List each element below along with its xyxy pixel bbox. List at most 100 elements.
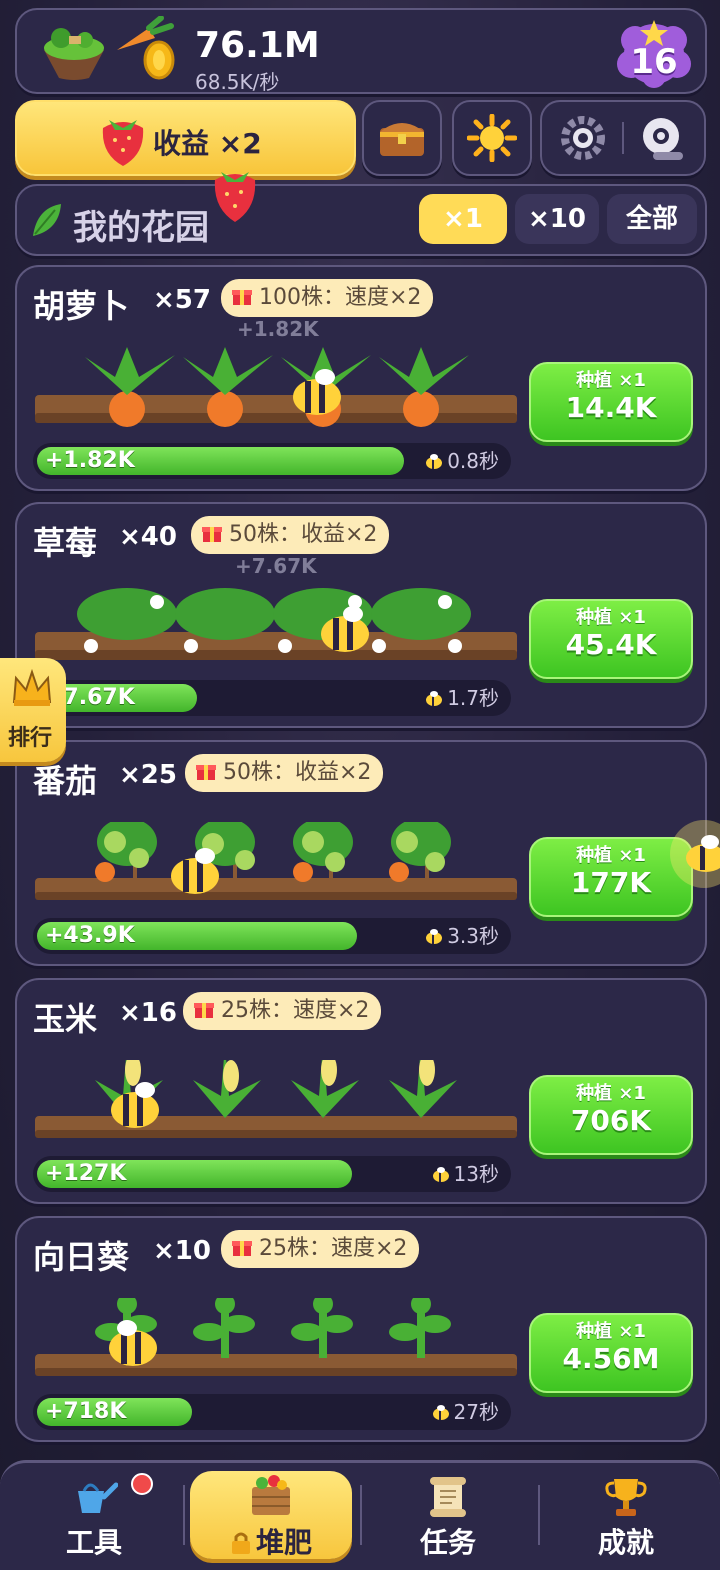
strawberry-decoration-icon: [214, 172, 256, 222]
bee-icon: [426, 691, 443, 706]
compost-crate-icon: [252, 1475, 290, 1515]
crop-count: ×25: [119, 760, 177, 790]
level-badge[interactable]: 16: [615, 16, 693, 88]
camera-toggle-icon: [643, 118, 683, 160]
money-rate: 68.5K/秒: [195, 70, 280, 94]
bottom-navigation: 工具 堆肥 任务 成就: [0, 1460, 720, 1570]
crop-count: ×40: [119, 522, 177, 552]
money-total: 76.1M: [195, 25, 320, 66]
plant-button[interactable]: 种植 ×1 706K: [529, 1075, 693, 1155]
plant-cost: 14.4K: [565, 391, 657, 424]
crop-name: 番茄: [33, 762, 98, 800]
production-progress-bar: +1.82K 0.8秒: [33, 443, 511, 479]
bee-icon: [426, 454, 443, 469]
floating-income: +1.82K: [237, 317, 319, 341]
nav-compost[interactable]: 堆肥: [190, 1471, 352, 1559]
milestone-text: 25株：速度×2: [221, 998, 370, 1023]
plant-button[interactable]: 种植 ×1 4.56M: [529, 1313, 693, 1393]
settings-toggle-group: [540, 100, 706, 176]
plant-cost: 4.56M: [562, 1342, 660, 1375]
cycle-time: 13秒: [432, 1160, 499, 1188]
gift-icon: [232, 290, 252, 305]
plant-label: 种植 ×1: [576, 1321, 646, 1342]
treasure-chest-icon: [380, 123, 424, 156]
crop-count: ×57: [153, 285, 211, 315]
nav-tools-label: 工具: [65, 1526, 122, 1559]
milestone-badge: 50株：收益×2: [191, 516, 390, 554]
gear-icon: [561, 116, 605, 160]
corn-field: [35, 1060, 517, 1138]
strawberry-field: [35, 588, 517, 660]
watering-can-icon: [78, 1482, 118, 1513]
carrot-field: [35, 347, 517, 427]
milestone-text: 100株：速度×2: [259, 285, 422, 310]
crop-card-strawberry: 草莓 ×40 50株：收益×2 +7.67K +7.67K 1.7秒 种植 ×1…: [15, 502, 707, 728]
milestone-text: 25株：速度×2: [259, 1236, 408, 1261]
plant-label: 种植 ×1: [576, 607, 646, 628]
cycle-time: 27秒: [432, 1398, 499, 1426]
milestone-badge: 25株：速度×2: [221, 1230, 420, 1268]
crop-name: 胡萝卜: [33, 287, 130, 325]
strawberry-icon: [102, 120, 144, 166]
nav-compost-label: 堆肥: [190, 1521, 352, 1561]
nav-divider: [183, 1485, 185, 1545]
nav-divider: [538, 1485, 540, 1545]
plant-label: 种植 ×1: [576, 370, 646, 391]
nav-divider: [360, 1485, 362, 1545]
garden-header: 我的花园 ×1 ×10 全部: [15, 172, 707, 256]
plant-button[interactable]: 种植 ×1 14.4K: [529, 362, 693, 442]
crop-card-tomato: 番茄 ×25 50株：收益×2 +43.9K 3.3秒 种植 ×1 177K: [15, 740, 707, 966]
cycle-time-text: 3.3秒: [447, 924, 499, 948]
crop-card-corn: 玉米 ×16 25株：速度×2 +127K 13秒 种植 ×1 706K: [15, 978, 707, 1204]
gift-icon: [202, 527, 222, 542]
sunshine-button[interactable]: [452, 100, 532, 176]
multiplier-all-tab[interactable]: 全部: [607, 194, 697, 244]
cycle-time: 1.7秒: [425, 684, 499, 712]
floating-income: +7.67K: [235, 554, 317, 578]
bee-icon: [432, 1405, 449, 1420]
bee-icon: [171, 848, 219, 894]
flying-bee-icon: [670, 820, 720, 888]
production-progress-bar: +718K 27秒: [33, 1394, 511, 1430]
production-progress-bar: +7.67K 1.7秒: [33, 680, 511, 716]
milestone-badge: 100株：速度×2: [221, 279, 434, 317]
multiplier-x1-tab[interactable]: ×1: [419, 194, 507, 244]
crop-card-carrot: 胡萝卜 ×57 100株：速度×2 +1.82K +1.82K 0.8秒 种植 …: [15, 265, 707, 491]
income-bonus-label: 收益 ×2: [153, 127, 262, 160]
cycle-time-text: 13秒: [453, 1162, 499, 1186]
leaf-icon: [33, 204, 61, 236]
nav-achievements[interactable]: 成就: [546, 1463, 706, 1570]
settings-button[interactable]: [542, 102, 623, 174]
income-bonus-button[interactable]: 收益 ×2: [15, 100, 356, 176]
treasure-chest-button[interactable]: [362, 100, 442, 176]
crop-count: ×16: [119, 998, 177, 1028]
plant-button[interactable]: 种植 ×1 45.4K: [529, 599, 693, 679]
gift-icon: [196, 765, 216, 780]
milestone-badge: 25株：速度×2: [183, 992, 382, 1030]
level-number: 16: [630, 42, 678, 82]
crop-name: 向日葵: [33, 1238, 130, 1276]
garden-title: 我的花园: [73, 208, 209, 248]
multiplier-x10-tab[interactable]: ×10: [515, 194, 599, 244]
crop-count: ×10: [153, 1236, 211, 1266]
cycle-time-text: 27秒: [453, 1400, 499, 1424]
nav-tasks-label: 任务: [419, 1526, 476, 1559]
floating-island-icon: [44, 28, 104, 80]
gift-icon: [232, 1241, 252, 1256]
sunflower-field: [35, 1298, 517, 1376]
plant-cost: 45.4K: [565, 628, 657, 661]
leaderboard-label: 排行: [8, 726, 53, 751]
notification-dot: [131, 1473, 153, 1495]
trophy-icon: [605, 1479, 647, 1516]
bee-icon: [432, 1167, 449, 1182]
nav-tasks[interactable]: 任务: [368, 1463, 528, 1570]
cycle-time-text: 1.7秒: [447, 686, 499, 710]
sun-icon: [467, 114, 517, 162]
production-amount: +127K: [45, 1161, 127, 1186]
crop-name: 玉米: [33, 1000, 98, 1038]
production-amount: +1.82K: [45, 448, 135, 473]
camera-button[interactable]: [623, 102, 704, 174]
crop-name: 草莓: [33, 524, 98, 562]
tomato-field: [35, 822, 517, 900]
leaderboard-button[interactable]: 排行: [0, 658, 66, 762]
